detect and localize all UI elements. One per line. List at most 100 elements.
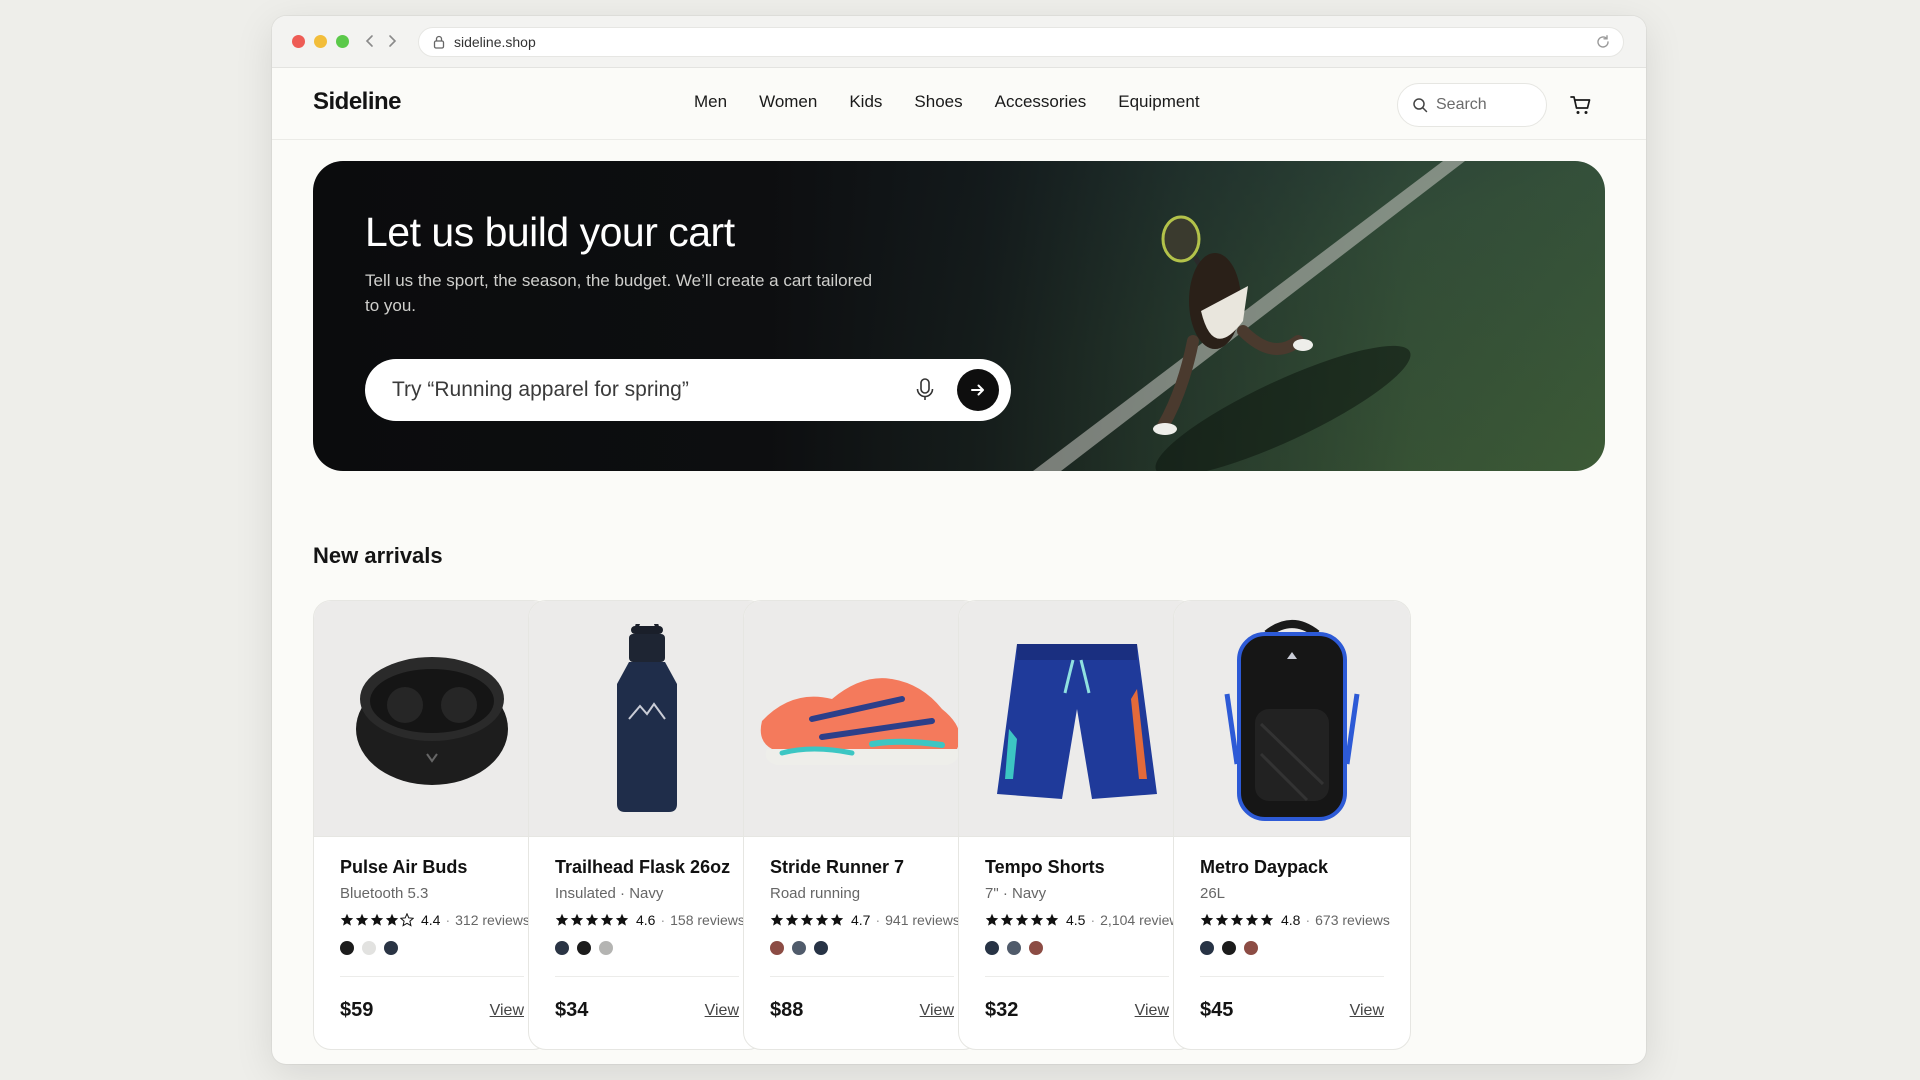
product-price: $34 bbox=[555, 999, 589, 1021]
star-filled-icon bbox=[570, 913, 584, 926]
product-subtitle: Bluetooth 5.3 bbox=[340, 885, 429, 902]
star-filled-icon bbox=[370, 913, 384, 926]
star-filled-icon bbox=[340, 913, 354, 926]
search-box[interactable] bbox=[1397, 83, 1547, 127]
cart-builder-prompt[interactable] bbox=[365, 359, 1011, 421]
color-swatch[interactable] bbox=[555, 941, 569, 955]
product-image-water-bottle[interactable] bbox=[529, 601, 765, 837]
color-swatch[interactable] bbox=[384, 941, 398, 955]
microphone-icon[interactable] bbox=[913, 377, 937, 403]
star-filled-icon bbox=[600, 913, 614, 926]
color-swatch[interactable] bbox=[1200, 941, 1214, 955]
color-swatch[interactable] bbox=[1007, 941, 1021, 955]
color-swatch[interactable] bbox=[577, 941, 591, 955]
product-name[interactable]: Tempo Shorts bbox=[985, 857, 1105, 878]
view-product-link[interactable]: View bbox=[1350, 1002, 1384, 1020]
color-swatch[interactable] bbox=[599, 941, 613, 955]
star-filled-icon bbox=[1000, 913, 1014, 926]
cart-icon[interactable] bbox=[1569, 93, 1593, 117]
rating-stars bbox=[770, 913, 844, 927]
rating-score: 4.8 bbox=[1281, 912, 1301, 928]
star-empty-icon bbox=[400, 913, 414, 927]
star-filled-icon bbox=[555, 913, 569, 926]
star-filled-icon bbox=[815, 913, 829, 926]
minimize-window-button[interactable] bbox=[314, 35, 327, 48]
forward-arrow-icon[interactable] bbox=[386, 31, 398, 51]
star-filled-icon bbox=[800, 913, 814, 926]
product-card[interactable]: Trailhead Flask 26oz Insulated · Navy 4.… bbox=[528, 600, 766, 1050]
color-swatch[interactable] bbox=[814, 941, 828, 955]
lock-icon bbox=[433, 35, 447, 49]
nav-link-accessories[interactable]: Accessories bbox=[995, 92, 1087, 112]
cart-prompt-input[interactable] bbox=[392, 378, 872, 402]
divider bbox=[1200, 976, 1384, 977]
rating-score: 4.7 bbox=[851, 912, 871, 928]
search-input[interactable] bbox=[1436, 96, 1526, 114]
color-swatch[interactable] bbox=[1029, 941, 1043, 955]
product-image-earbuds[interactable] bbox=[314, 601, 550, 837]
submit-prompt-button[interactable] bbox=[957, 369, 999, 411]
star-filled-icon bbox=[385, 913, 399, 926]
back-arrow-icon[interactable] bbox=[364, 31, 376, 51]
color-swatch[interactable] bbox=[1222, 941, 1236, 955]
star-filled-icon bbox=[1015, 913, 1029, 926]
color-swatch[interactable] bbox=[792, 941, 806, 955]
star-filled-icon bbox=[1215, 913, 1229, 926]
site-logo[interactable]: Sideline bbox=[313, 88, 402, 116]
product-name[interactable]: Trailhead Flask 26oz bbox=[555, 857, 730, 878]
nav-link-women[interactable]: Women bbox=[759, 92, 817, 112]
search-icon bbox=[1412, 97, 1428, 113]
main-nav: Men Women Kids Shoes Accessories Equipme… bbox=[694, 92, 1200, 112]
divider bbox=[985, 976, 1169, 977]
view-product-link[interactable]: View bbox=[705, 1002, 739, 1020]
star-filled-icon bbox=[770, 913, 784, 926]
nav-link-men[interactable]: Men bbox=[694, 92, 727, 112]
product-image-running-shoe[interactable] bbox=[744, 601, 980, 837]
color-swatches bbox=[555, 941, 613, 955]
product-name[interactable]: Pulse Air Buds bbox=[340, 857, 467, 878]
browser-window: sideline.shop Sideline Men Women Kids Sh… bbox=[272, 16, 1646, 1064]
view-product-link[interactable]: View bbox=[490, 1002, 524, 1020]
reload-icon[interactable] bbox=[1595, 34, 1611, 50]
product-image-backpack[interactable] bbox=[1174, 601, 1410, 837]
star-filled-icon bbox=[830, 913, 844, 926]
rating-score: 4.4 bbox=[421, 912, 441, 928]
product-card[interactable]: Metro Daypack 26L 4.8 · 673 reviews $45 … bbox=[1173, 600, 1411, 1050]
view-product-link[interactable]: View bbox=[920, 1002, 954, 1020]
color-swatch[interactable] bbox=[362, 941, 376, 955]
color-swatches bbox=[1200, 941, 1258, 955]
review-count: 158 reviews bbox=[670, 912, 745, 928]
color-swatch[interactable] bbox=[340, 941, 354, 955]
hero-title: Let us build your cart bbox=[365, 209, 735, 255]
rating-separator: · bbox=[1090, 912, 1096, 928]
product-name[interactable]: Stride Runner 7 bbox=[770, 857, 904, 878]
product-image-shorts[interactable] bbox=[959, 601, 1195, 837]
rating-score: 4.5 bbox=[1066, 912, 1086, 928]
star-filled-icon bbox=[1045, 913, 1059, 926]
maximize-window-button[interactable] bbox=[336, 35, 349, 48]
product-subtitle: 7" · Navy bbox=[985, 885, 1047, 902]
color-swatch[interactable] bbox=[985, 941, 999, 955]
review-count: 941 reviews bbox=[885, 912, 960, 928]
product-price: $32 bbox=[985, 999, 1019, 1021]
rating-separator: · bbox=[445, 912, 451, 928]
color-swatches bbox=[985, 941, 1043, 955]
nav-link-shoes[interactable]: Shoes bbox=[914, 92, 962, 112]
section-title-new-arrivals: New arrivals bbox=[313, 543, 443, 568]
browser-toolbar: sideline.shop bbox=[272, 16, 1646, 68]
address-bar[interactable]: sideline.shop bbox=[418, 27, 1624, 57]
product-subtitle: Road running bbox=[770, 885, 861, 902]
rating-separator: · bbox=[660, 912, 666, 928]
divider bbox=[770, 976, 954, 977]
product-card[interactable]: Tempo Shorts 7" · Navy 4.5 · 2,104 revie… bbox=[958, 600, 1196, 1050]
product-rating: 4.5 · 2,104 reviews bbox=[985, 912, 1187, 928]
view-product-link[interactable]: View bbox=[1135, 1002, 1169, 1020]
product-card[interactable]: Pulse Air Buds Bluetooth 5.3 4.4 · 312 r… bbox=[313, 600, 551, 1050]
product-card[interactable]: Stride Runner 7 Road running 4.7 · 941 r… bbox=[743, 600, 981, 1050]
product-name[interactable]: Metro Daypack bbox=[1200, 857, 1328, 878]
nav-link-kids[interactable]: Kids bbox=[849, 92, 882, 112]
color-swatch[interactable] bbox=[1244, 941, 1258, 955]
color-swatch[interactable] bbox=[770, 941, 784, 955]
close-window-button[interactable] bbox=[292, 35, 305, 48]
nav-link-equipment[interactable]: Equipment bbox=[1118, 92, 1199, 112]
